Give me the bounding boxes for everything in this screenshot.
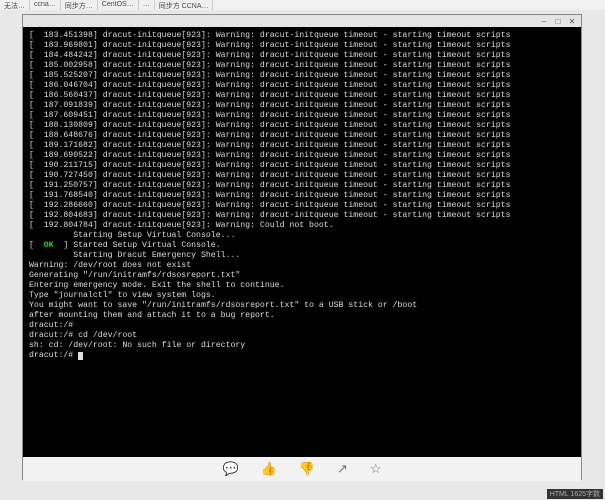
tab[interactable]: 同步方… (61, 0, 98, 10)
tab[interactable]: ccna… (30, 0, 61, 10)
terminal[interactable]: [ 183.451398] dracut-initqueue[923]: War… (23, 27, 581, 457)
log-line: [ 183.969801] dracut-initqueue[923]: War… (29, 41, 575, 51)
log-line: [ 185.002958] dracut-initqueue[923]: War… (29, 61, 575, 71)
status-bar: HTML 1625字数 (547, 489, 603, 499)
log-line: [ 184.484242] dracut-initqueue[923]: War… (29, 51, 575, 61)
log-line: [ 192.804784] dracut-initqueue[923]: War… (29, 221, 575, 231)
thumbs-down-icon[interactable]: 👎 (299, 461, 315, 477)
log-line: [ 185.525207] dracut-initqueue[923]: War… (29, 71, 575, 81)
log-line: [ 188.130809] dracut-initqueue[923]: War… (29, 121, 575, 131)
log-line: [ 190.727450] dracut-initqueue[923]: War… (29, 171, 575, 181)
log-line: [ 191.250757] dracut-initqueue[923]: War… (29, 181, 575, 191)
close-icon[interactable]: ✕ (567, 17, 577, 26)
image-toolbar: 💬 👍 👎 ↗ ☆ (23, 457, 581, 481)
log-line: Starting Setup Virtual Console... (29, 231, 575, 241)
log-line: dracut:/# cd /dev/root (29, 331, 575, 341)
chat-icon[interactable]: 💬 (222, 461, 238, 477)
log-line: [ 190.211715] dracut-initqueue[923]: War… (29, 161, 575, 171)
log-line: [ 187.091839] dracut-initqueue[923]: War… (29, 101, 575, 111)
log-line: Entering emergency mode. Exit the shell … (29, 281, 575, 291)
tab[interactable]: 无法… (0, 0, 30, 10)
log-line: [ 186.560437] dracut-initqueue[923]: War… (29, 91, 575, 101)
log-line: sh: cd: /dev/root: No such file or direc… (29, 341, 575, 351)
log-line: dracut:/# (29, 351, 575, 361)
browser-tabs: 无法… ccna… 同步方… CentOS… … 同步方 CCNA… (0, 0, 605, 10)
log-line: [ 188.648676] dracut-initqueue[923]: War… (29, 131, 575, 141)
log-line: [ 191.768540] dracut-initqueue[923]: War… (29, 191, 575, 201)
log-line: Type "journalctl" to view system logs. (29, 291, 575, 301)
tab[interactable]: 同步方 CCNA… (155, 0, 214, 10)
log-line: [ 186.046704] dracut-initqueue[923]: War… (29, 81, 575, 91)
vm-window: – □ ✕ [ 183.451398] dracut-initqueue[923… (22, 14, 582, 480)
tab[interactable]: CentOS… (98, 0, 139, 10)
tab[interactable]: … (139, 0, 155, 10)
log-line: Generating "/run/initramfs/rdsosreport.t… (29, 271, 575, 281)
maximize-icon[interactable]: □ (553, 17, 563, 26)
cursor (78, 352, 83, 360)
log-line: Warning: /dev/root does not exist (29, 261, 575, 271)
log-line: Starting Dracut Emergency Shell... (29, 251, 575, 261)
titlebar: – □ ✕ (23, 15, 581, 27)
thumbs-up-icon[interactable]: 👍 (261, 461, 277, 477)
minimize-icon[interactable]: – (539, 17, 549, 26)
star-icon[interactable]: ☆ (370, 461, 382, 477)
log-line: [ OK ] Started Setup Virtual Console. (29, 241, 575, 251)
log-line: [ 192.286660] dracut-initqueue[923]: War… (29, 201, 575, 211)
log-line: You might want to save "/run/initramfs/r… (29, 301, 575, 311)
log-line: [ 187.609451] dracut-initqueue[923]: War… (29, 111, 575, 121)
share-icon[interactable]: ↗ (337, 461, 348, 477)
log-line: [ 189.171682] dracut-initqueue[923]: War… (29, 141, 575, 151)
log-line: [ 183.451398] dracut-initqueue[923]: War… (29, 31, 575, 41)
log-line: after mounting them and attach it to a b… (29, 311, 575, 321)
log-line: dracut:/# (29, 321, 575, 331)
log-line: [ 192.804683] dracut-initqueue[923]: War… (29, 211, 575, 221)
log-line: [ 189.690522] dracut-initqueue[923]: War… (29, 151, 575, 161)
